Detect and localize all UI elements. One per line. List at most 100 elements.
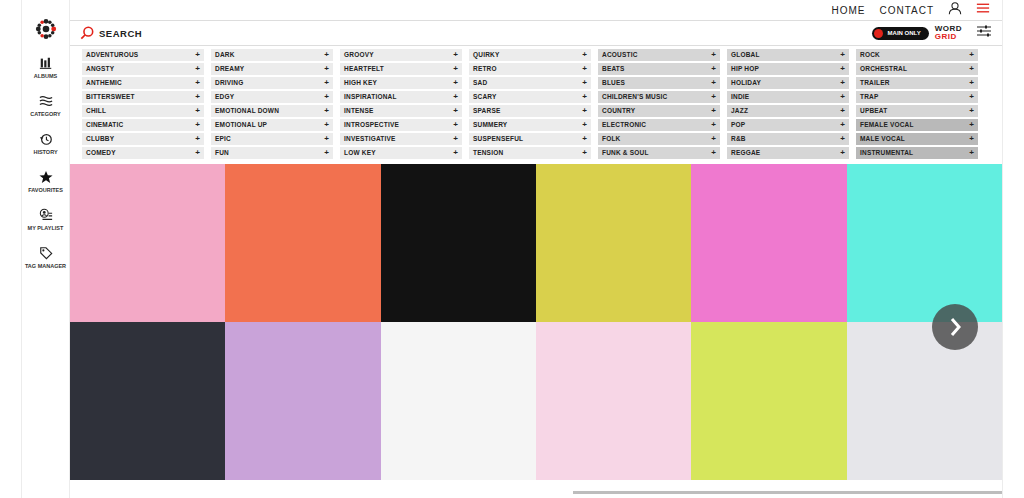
tag-button[interactable]: DREAMY+ [211, 63, 333, 75]
tag-button[interactable]: DRIVING+ [211, 77, 333, 89]
album-cover[interactable] [225, 164, 380, 322]
album-cover[interactable] [381, 322, 536, 480]
tag-button[interactable]: CINEMATIC+ [82, 119, 204, 131]
menu-button[interactable] [976, 1, 990, 19]
sidebar-item[interactable]: FAVOURITES [22, 162, 70, 200]
tag-button[interactable]: POP+ [727, 119, 849, 131]
tag-button[interactable]: CLUBBY+ [82, 133, 204, 145]
add-icon: + [324, 51, 329, 59]
sidebar-item[interactable]: HISTORY [22, 124, 70, 162]
add-icon: + [195, 135, 200, 143]
sidebar-item[interactable]: CATEGORY [22, 86, 70, 124]
nav-link[interactable]: HOME [831, 5, 865, 16]
tag-button[interactable]: HIGH KEY+ [340, 77, 462, 89]
album-cover[interactable] [536, 164, 691, 322]
album-cover[interactable] [847, 322, 1002, 480]
tag-button[interactable]: ADVENTUROUS+ [82, 49, 204, 61]
add-icon: + [840, 93, 845, 101]
sidebar-item[interactable]: MY PLAYLIST [22, 200, 70, 238]
tag-button[interactable]: TENSION+ [469, 147, 591, 159]
album-cover[interactable] [225, 322, 380, 480]
album-cover[interactable] [70, 164, 225, 322]
tag-button[interactable]: COUNTRY+ [598, 105, 720, 117]
tag-button[interactable]: INSPIRATIONAL+ [340, 91, 462, 103]
brand-line: WORD [935, 25, 962, 33]
tag-button[interactable]: TRAILER+ [856, 77, 978, 89]
tag-label: MALE VOCAL [860, 136, 905, 143]
tag-button[interactable]: ORCHESTRAL+ [856, 63, 978, 75]
tag-button[interactable]: BEATS+ [598, 63, 720, 75]
album-cover[interactable] [847, 164, 1002, 322]
tag-button[interactable]: HEARTFELT+ [340, 63, 462, 75]
tag-button[interactable]: ACOUSTIC+ [598, 49, 720, 61]
album-cover[interactable] [691, 322, 846, 480]
tag-button[interactable]: TRAP+ [856, 91, 978, 103]
tag-button[interactable]: CHILDREN'S MUSIC+ [598, 91, 720, 103]
tag-label: ELECTRONIC [602, 122, 646, 129]
tag-button[interactable]: INDIE+ [727, 91, 849, 103]
sidebar-item[interactable]: ALBUMS [22, 48, 70, 86]
tag-button[interactable]: EPIC+ [211, 133, 333, 145]
logo[interactable] [35, 0, 57, 48]
word-grid-logo[interactable]: WORDGRID [935, 25, 962, 41]
tag-button[interactable]: QUIRKY+ [469, 49, 591, 61]
tag-button[interactable]: CHILL+ [82, 105, 204, 117]
tag-button[interactable]: BLUES+ [598, 77, 720, 89]
main-only-toggle[interactable]: MAIN ONLY [872, 27, 929, 40]
add-icon: + [195, 107, 200, 115]
tag-button[interactable]: INSTRUMENTAL+ [856, 147, 978, 159]
tag-button[interactable]: RETRO+ [469, 63, 591, 75]
tag-button[interactable]: EMOTIONAL UP+ [211, 119, 333, 131]
album-cover[interactable] [70, 322, 225, 480]
scrollbar-thumb[interactable] [573, 491, 1002, 494]
tag-button[interactable]: ELECTRONIC+ [598, 119, 720, 131]
tag-button[interactable]: FUN+ [211, 147, 333, 159]
add-icon: + [453, 93, 458, 101]
album-cover[interactable] [536, 322, 691, 480]
tag-button[interactable]: EMOTIONAL DOWN+ [211, 105, 333, 117]
tag-button[interactable]: SUSPENSEFUL+ [469, 133, 591, 145]
search-field[interactable]: SEARCH [99, 28, 142, 39]
tag-button[interactable]: MALE VOCAL+ [856, 133, 978, 145]
tag-button[interactable]: INTENSE+ [340, 105, 462, 117]
sidebar-label: HISTORY [33, 149, 57, 155]
tag-button[interactable]: FEMALE VOCAL+ [856, 119, 978, 131]
tag-button[interactable]: R&B+ [727, 133, 849, 145]
tag-button[interactable]: INTROSPECTIVE+ [340, 119, 462, 131]
add-icon: + [582, 79, 587, 87]
tag-button[interactable]: SCARY+ [469, 91, 591, 103]
add-icon: + [711, 79, 716, 87]
tag-button[interactable]: BITTERSWEET+ [82, 91, 204, 103]
tag-button[interactable]: ROCK+ [856, 49, 978, 61]
tag-button[interactable]: SAD+ [469, 77, 591, 89]
album-cover[interactable] [691, 164, 846, 322]
tag-button[interactable]: UPBEAT+ [856, 105, 978, 117]
tag-button[interactable]: HOLIDAY+ [727, 77, 849, 89]
tag-button[interactable]: ANGSTY+ [82, 63, 204, 75]
scrollbar-track [70, 491, 1002, 494]
tag-button[interactable]: DARK+ [211, 49, 333, 61]
tag-button[interactable]: GLOBAL+ [727, 49, 849, 61]
tag-button[interactable]: ANTHEMIC+ [82, 77, 204, 89]
tag-button[interactable]: REGGAE+ [727, 147, 849, 159]
tag-button[interactable]: GROOVY+ [340, 49, 462, 61]
account-button[interactable] [948, 1, 962, 19]
tag-button[interactable]: INVESTIGATIVE+ [340, 133, 462, 145]
tag-button[interactable]: FUNK & SOUL+ [598, 147, 720, 159]
tag-button[interactable]: JAZZ+ [727, 105, 849, 117]
tag-button[interactable]: COMEDY+ [82, 147, 204, 159]
tag-button[interactable]: FOLK+ [598, 133, 720, 145]
tag-button[interactable]: LOW KEY+ [340, 147, 462, 159]
tag-button[interactable]: SUMMERY+ [469, 119, 591, 131]
next-button[interactable] [932, 304, 978, 350]
tag-button[interactable]: SPARSE+ [469, 105, 591, 117]
tag-button[interactable]: HIP HOP+ [727, 63, 849, 75]
album-cover[interactable] [381, 164, 536, 322]
tag-label: EMOTIONAL DOWN [215, 108, 279, 115]
tag-label: FUN [215, 150, 229, 157]
tag-button[interactable]: EDGY+ [211, 91, 333, 103]
nav-link[interactable]: CONTACT [879, 5, 934, 16]
sidebar-item[interactable]: TAG MANAGER [22, 238, 70, 276]
tag-label: BEATS [602, 66, 625, 73]
filter-button[interactable] [962, 24, 992, 42]
